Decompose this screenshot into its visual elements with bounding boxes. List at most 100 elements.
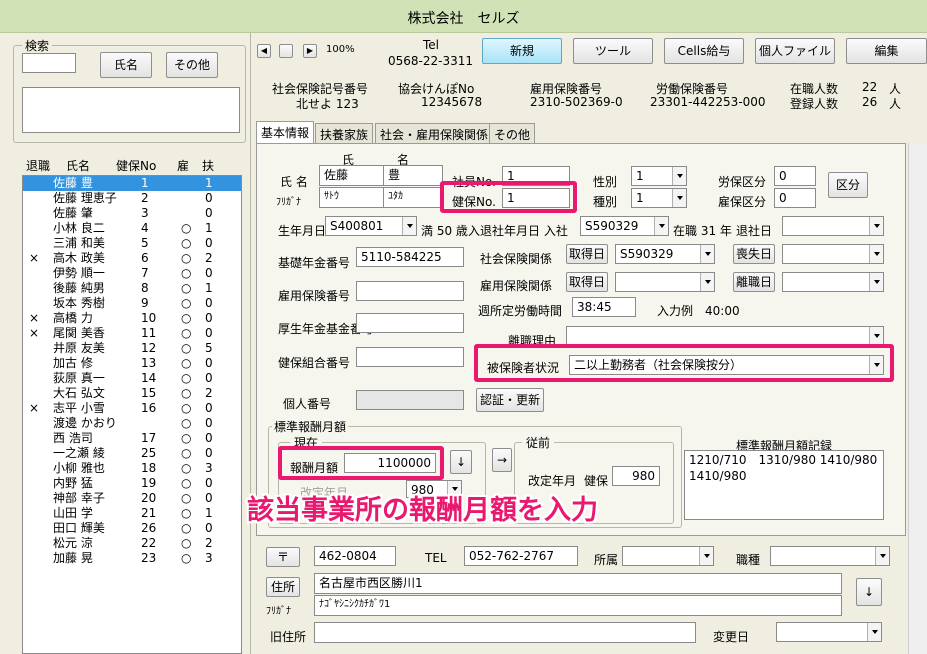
koyo-shutoku-button[interactable]: 取得日 [566, 272, 608, 292]
search-results-box[interactable] [22, 87, 240, 133]
roho-input[interactable]: 0 [774, 166, 816, 186]
list-item[interactable]: 三浦 和美 5 ○ 0 [23, 236, 241, 251]
row-koyo-mark: ○ [181, 326, 192, 340]
list-item[interactable]: × 高木 政美 6 ○ 2 [23, 251, 241, 266]
sei-input[interactable]: 佐藤 [319, 165, 384, 186]
kojin-label: 個人番号 [283, 397, 332, 411]
type-select[interactable]: 1 [631, 188, 687, 208]
search-group-label: 検索 [22, 37, 53, 54]
new-button[interactable]: 新規 [482, 38, 562, 64]
list-item[interactable]: 大石 弘文 15 ○ 2 [23, 386, 241, 401]
list-item[interactable]: 後藤 純男 8 ○ 1 [23, 281, 241, 296]
list-item[interactable]: 神部 幸子 20 ○ 0 [23, 491, 241, 506]
pension-input[interactable]: 5110-584225 [356, 247, 464, 267]
shozoku-select[interactable] [622, 546, 714, 566]
list-item[interactable]: 田口 輝美 26 ○ 0 [23, 521, 241, 536]
koho-input[interactable]: 0 [774, 188, 816, 208]
shutoku-select[interactable]: S590329 [615, 244, 715, 264]
join-select[interactable]: S590329 [580, 216, 669, 236]
list-item[interactable]: 西 浩司 17 ○ 0 [23, 431, 241, 446]
list-item[interactable]: 一之瀬 綾 25 ○ 0 [23, 446, 241, 461]
rishoku-select[interactable] [782, 272, 884, 292]
rishoku-button[interactable]: 離職日 [733, 272, 775, 292]
list-item[interactable]: × 尾関 美香 11 ○ 0 [23, 326, 241, 341]
list-item[interactable]: × 高橋 力 10 ○ 0 [23, 311, 241, 326]
list-item[interactable]: 小林 良二 4 ○ 1 [23, 221, 241, 236]
row-name: 尾関 美香 [53, 326, 105, 340]
personal-file-button[interactable]: 個人ファイル [755, 38, 835, 64]
tab-insurance[interactable]: 社会・雇用保険関係 [375, 123, 494, 143]
tab-dependents[interactable]: 扶養家族 [315, 123, 374, 143]
edit-button[interactable]: 編集 [846, 38, 927, 64]
list-item[interactable]: 内野 猛 19 ○ 0 [23, 476, 241, 491]
address-kana-input[interactable]: ﾅｺﾞﾔｼﾆｼｸｶﾁｶﾞﾜ1 [314, 595, 842, 616]
employee-list[interactable]: 佐藤 豊 1 1 佐藤 理恵子 2 0 佐藤 肇 3 0 小林 良二 4 ○ 1 三浦 和美 5 ○ 0 × 高木 … [22, 175, 242, 654]
nav-next-button[interactable]: ▶ [303, 44, 317, 58]
search-other-button[interactable]: その他 [166, 52, 218, 78]
koyo-shutoku-select[interactable] [615, 272, 715, 292]
nav-first-button[interactable]: ◀ [257, 44, 271, 58]
row-kenpo-no: 14 [141, 371, 157, 385]
kubun-button[interactable]: 区分 [828, 172, 868, 198]
soshitsu-select[interactable] [782, 244, 884, 264]
prev-kenpo-input[interactable]: 980 [612, 466, 660, 486]
search-name-button[interactable]: 氏名 [100, 52, 152, 78]
sex-select[interactable]: 1 [631, 166, 687, 186]
list-item[interactable]: 加藤 晃 23 ○ 3 [23, 551, 241, 566]
riyu-select[interactable] [566, 326, 884, 346]
birth-select[interactable]: S400801 [325, 216, 417, 236]
shokushu-select[interactable] [770, 546, 890, 566]
address-down-button[interactable]: ↓ [856, 578, 882, 606]
ninsho-button[interactable]: 認証・更新 [476, 388, 544, 412]
address-input[interactable]: 名古屋市西区勝川1 [314, 573, 842, 594]
postal-button[interactable]: 〒 [266, 547, 300, 567]
soshitsu-button[interactable]: 喪失日 [733, 244, 775, 264]
sei-kana-input[interactable]: ｻﾄｳ [319, 187, 384, 208]
list-item[interactable]: 井原 友美 12 ○ 5 [23, 341, 241, 356]
row-fuyo-count: 0 [205, 521, 213, 535]
koyo-no-input[interactable] [356, 281, 464, 301]
old-address-input[interactable] [314, 622, 696, 643]
monthly-down-button[interactable]: ↓ [450, 450, 472, 474]
list-item[interactable]: × 志平 小雪 16 ○ 0 [23, 401, 241, 416]
tools-button[interactable]: ツール [573, 38, 653, 64]
list-item[interactable]: 山田 学 21 ○ 1 [23, 506, 241, 521]
list-item[interactable]: 佐藤 肇 3 0 [23, 206, 241, 221]
row-fuyo-count: 1 [205, 506, 213, 520]
record-textarea[interactable]: 1210/710 1310/980 1410/980 1410/980 [684, 450, 884, 520]
list-item[interactable]: 小柳 雅也 18 ○ 3 [23, 461, 241, 476]
list-item[interactable]: 坂本 秀樹 9 ○ 0 [23, 296, 241, 311]
list-item[interactable]: 佐藤 理恵子 2 0 [23, 191, 241, 206]
hours-input[interactable]: 38:45 [572, 297, 636, 317]
list-item[interactable]: 佐藤 豊 1 1 [23, 176, 241, 191]
list-item[interactable]: 渡邊 かおり ○ 0 [23, 416, 241, 431]
row-fuyo-count: 0 [205, 476, 213, 490]
kumiai-input[interactable] [356, 347, 464, 367]
mei-input[interactable]: 豊 [383, 165, 443, 186]
row-kenpo-no: 25 [141, 446, 157, 460]
row-fuyo-count: 0 [205, 206, 213, 220]
form-scrollbar[interactable] [908, 143, 927, 654]
list-item[interactable]: 松元 涼 22 ○ 2 [23, 536, 241, 551]
search-input[interactable] [22, 53, 76, 73]
kosei-input[interactable] [356, 313, 464, 333]
change-date-select[interactable] [776, 622, 882, 642]
tab-other[interactable]: その他 [489, 123, 536, 143]
kojin-input[interactable] [356, 390, 464, 410]
copy-to-previous-button[interactable]: → [492, 448, 512, 472]
nav-mid-button[interactable] [279, 44, 293, 58]
address-button[interactable]: 住所 [266, 577, 300, 597]
leave-select[interactable] [782, 216, 884, 236]
row-kenpo-no: 20 [141, 491, 157, 505]
tab-basic-info[interactable]: 基本情報 [256, 121, 315, 143]
list-item[interactable]: 荻原 真一 14 ○ 0 [23, 371, 241, 386]
cells-salary-button[interactable]: Cells給与 [664, 38, 744, 64]
address-tel-input[interactable]: 052-762-2767 [464, 546, 578, 566]
row-name: 志平 小雪 [53, 401, 105, 415]
row-name: 山田 学 [53, 506, 93, 520]
list-item[interactable]: 加古 修 13 ○ 0 [23, 356, 241, 371]
postal-input[interactable]: 462-0804 [314, 546, 396, 566]
shutoku-button[interactable]: 取得日 [566, 244, 608, 264]
mei-kana-input[interactable]: ﾕﾀｶ [383, 187, 443, 208]
list-item[interactable]: 伊勢 順一 7 ○ 0 [23, 266, 241, 281]
